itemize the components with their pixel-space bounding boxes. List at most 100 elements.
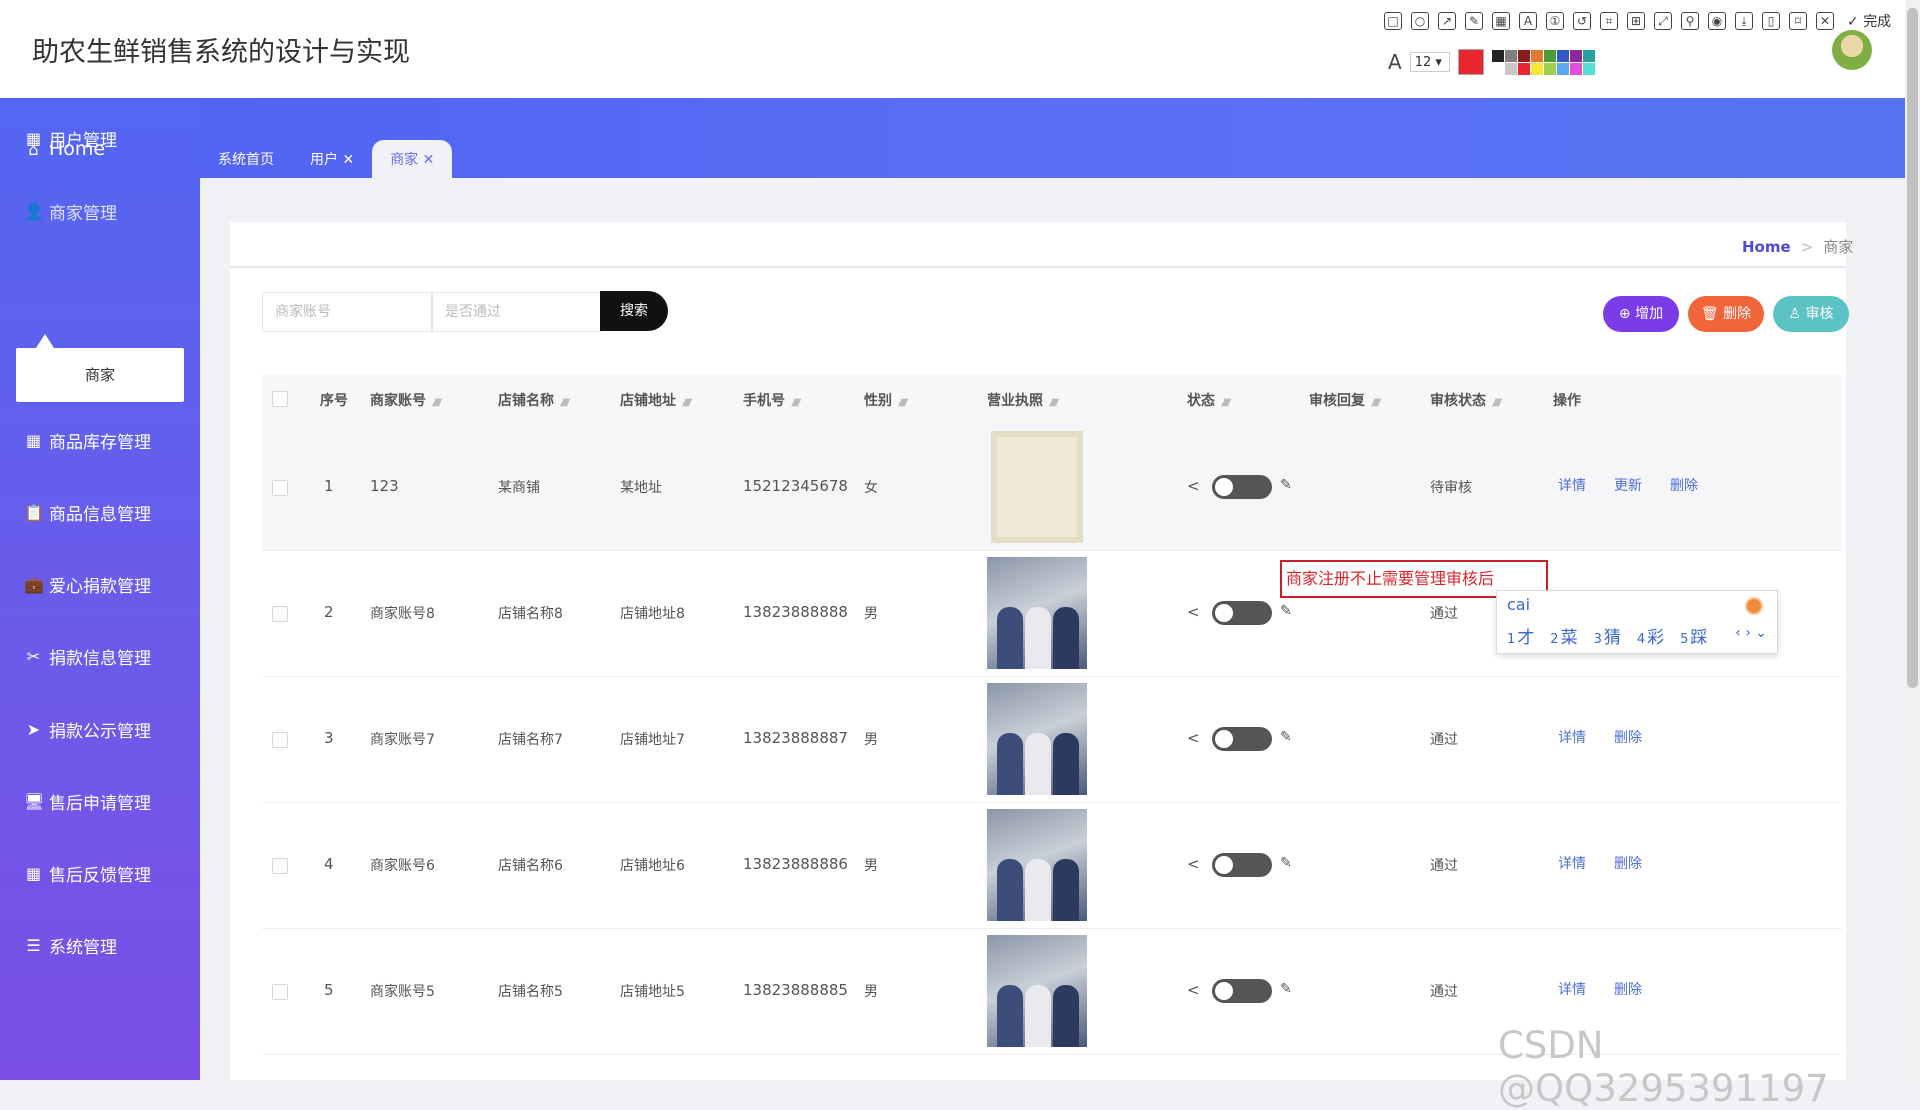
op-delete-link[interactable]: 删除 (1670, 475, 1698, 495)
op-delete-link[interactable]: 删除 (1614, 727, 1642, 747)
column-header-5[interactable]: 性别 ▲▼ (864, 390, 909, 410)
row-checkbox[interactable] (272, 858, 288, 874)
passed-search-input[interactable]: 是否通过 (432, 292, 602, 332)
palette-color-5[interactable] (1556, 49, 1569, 62)
row-checkbox[interactable] (272, 984, 288, 1000)
status-toggle[interactable] (1212, 601, 1272, 625)
sidebar-item-5[interactable]: 💼 爱心捐款管理 (24, 572, 151, 597)
edit-icon[interactable]: ✎ (1280, 981, 1292, 997)
palette-color-11[interactable] (1530, 62, 1543, 75)
row-checkbox[interactable] (272, 606, 288, 622)
column-header-7[interactable]: 状态 ▲▼ (1187, 390, 1232, 410)
op-detail-link[interactable]: 详情 (1558, 727, 1586, 747)
edit-icon[interactable]: ✎ (1280, 729, 1292, 745)
arrow-icon[interactable]: ↗ (1438, 12, 1456, 30)
sidebar-item-9[interactable]: ▦ 售后反馈管理 (24, 861, 151, 886)
review-button[interactable]: ♙ 审核 (1773, 296, 1849, 332)
tab-merchant[interactable]: 商家 ✕ (372, 140, 453, 178)
breadcrumb-home[interactable]: Home (1742, 238, 1791, 256)
sidebar-item-10[interactable]: ☰ 系统管理 (24, 933, 117, 958)
palette-color-0[interactable] (1491, 49, 1504, 62)
palette-color-13[interactable] (1556, 62, 1569, 75)
share-icon[interactable]: < (1187, 855, 1200, 873)
crop-icon[interactable]: ⌗ (1600, 12, 1618, 30)
column-header-3[interactable]: 店铺地址 ▲▼ (620, 390, 693, 410)
license-thumbnail[interactable] (991, 431, 1083, 543)
column-header-1[interactable]: 商家账号 ▲▼ (370, 390, 443, 410)
ocr-icon[interactable]: ⊞ (1627, 12, 1645, 30)
palette-color-10[interactable] (1517, 62, 1530, 75)
ime-candidate[interactable]: 3猜 (1594, 623, 1621, 648)
close-icon[interactable]: ✕ (1816, 12, 1834, 30)
mosaic-icon[interactable]: ▦ (1492, 12, 1510, 30)
phone-icon[interactable]: ▯ (1762, 12, 1780, 30)
ime-candidate[interactable]: 5踩 (1680, 623, 1707, 648)
op-detail-link[interactable]: 详情 (1558, 853, 1586, 873)
license-thumbnail[interactable] (987, 557, 1087, 669)
column-header-6[interactable]: 营业执照 ▲▼ (987, 390, 1060, 410)
op-delete-link[interactable]: 删除 (1614, 853, 1642, 873)
sidebar-item-7[interactable]: ➤ 捐款公示管理 (24, 717, 151, 742)
share-icon[interactable]: < (1187, 729, 1200, 747)
row-checkbox[interactable] (272, 732, 288, 748)
number-icon[interactable]: ① (1546, 12, 1564, 30)
palette-color-12[interactable] (1543, 62, 1556, 75)
tab-user[interactable]: 用户 ✕ (292, 140, 372, 178)
undo-icon[interactable]: ↺ (1573, 12, 1591, 30)
sidebar-item-1[interactable]: 👤 商家管理 (24, 199, 117, 224)
palette-color-7[interactable] (1582, 49, 1595, 62)
palette-color-14[interactable] (1569, 62, 1582, 75)
scroll-thumb[interactable] (1907, 8, 1918, 688)
palette-color-15[interactable] (1582, 62, 1595, 75)
pen-icon[interactable]: ✎ (1465, 12, 1483, 30)
sidebar-item-0[interactable]: ▦ 用户管理 (24, 126, 117, 151)
status-toggle[interactable] (1212, 727, 1272, 751)
merchant-account-search-input[interactable]: 商家账号 (262, 292, 432, 332)
delete-button[interactable]: 🗑 删除 (1688, 296, 1764, 332)
tab-home[interactable]: 系统首页 (200, 140, 292, 178)
column-header-8[interactable]: 审核回复 ▲▼ (1309, 390, 1382, 410)
circle-icon[interactable]: ○ (1411, 12, 1429, 30)
sidebar-subitem-merchant[interactable]: 商家 (16, 348, 184, 402)
palette-color-8[interactable] (1491, 62, 1504, 75)
ime-candidate[interactable]: 1才 (1507, 623, 1534, 648)
column-header-9[interactable]: 审核状态 ▲▼ (1430, 390, 1503, 410)
pin-icon[interactable]: ⚲ (1681, 12, 1699, 30)
edit-icon[interactable]: ✎ (1280, 855, 1292, 871)
status-toggle[interactable] (1212, 979, 1272, 1003)
share-icon[interactable]: < (1187, 981, 1200, 999)
status-toggle[interactable] (1212, 475, 1272, 499)
column-header-2[interactable]: 店铺名称 ▲▼ (498, 390, 571, 410)
palette-color-3[interactable] (1530, 49, 1543, 62)
rect-icon[interactable]: □ (1384, 12, 1402, 30)
sidebar-item-6[interactable]: ✂ 捐款信息管理 (24, 644, 151, 669)
text-icon[interactable]: A (1519, 12, 1537, 30)
sidebar-item-8[interactable]: 🖥 售后申请管理 (24, 789, 151, 814)
sidebar-item-4[interactable]: 📋 商品信息管理 (24, 500, 151, 525)
download-icon[interactable]: ⤓ (1735, 12, 1753, 30)
edit-icon[interactable]: ✎ (1280, 603, 1292, 619)
select-all-checkbox[interactable] (272, 391, 288, 407)
current-color-swatch[interactable] (1457, 49, 1484, 75)
op-detail-link[interactable]: 详情 (1558, 475, 1586, 495)
edit-icon[interactable]: ✎ (1280, 477, 1292, 493)
done-button[interactable]: ✓ 完成 (1847, 11, 1891, 31)
share-icon[interactable]: < (1187, 603, 1200, 621)
op-delete-link[interactable]: 删除 (1614, 979, 1642, 999)
record-icon[interactable]: ◉ (1708, 12, 1726, 30)
op-update-link[interactable]: 更新 (1614, 475, 1642, 495)
status-toggle[interactable] (1212, 853, 1272, 877)
search-button[interactable]: 搜索 (600, 291, 668, 331)
ime-candidate[interactable]: 4彩 (1637, 623, 1664, 648)
license-thumbnail[interactable] (987, 809, 1087, 921)
bookmark-icon[interactable]: ⌑ (1789, 12, 1807, 30)
avatar[interactable] (1832, 30, 1872, 70)
font-size-select[interactable]: 12 ▾ (1409, 52, 1450, 72)
palette-color-1[interactable] (1504, 49, 1517, 62)
license-thumbnail[interactable] (987, 935, 1087, 1047)
sidebar-item-3[interactable]: ▦ 商品库存管理 (24, 428, 151, 453)
palette-color-4[interactable] (1543, 49, 1556, 62)
share-icon[interactable]: < (1187, 477, 1200, 495)
palette-color-6[interactable] (1569, 49, 1582, 62)
ime-page-nav[interactable]: ‹ › ⌄ (1735, 625, 1767, 641)
